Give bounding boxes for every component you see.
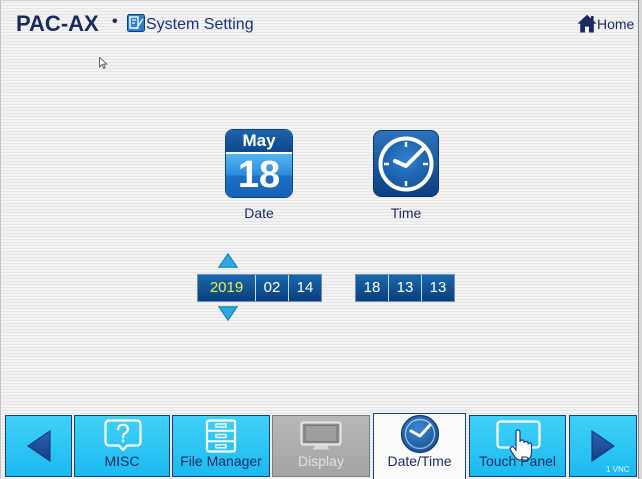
brand-name: PAC-AX — [16, 11, 99, 36]
year-field[interactable]: 2019 — [198, 275, 255, 301]
nav-prev-button[interactable] — [5, 415, 72, 477]
monitor-icon — [300, 421, 342, 450]
time-input-group: 18 13 13 — [355, 274, 455, 302]
calendar-day: 18 — [226, 154, 292, 197]
page-title: System Setting — [146, 16, 254, 33]
date-label: Date — [244, 205, 274, 221]
triangle-right-icon — [591, 430, 615, 462]
file-cabinet-icon — [205, 419, 237, 453]
second-field[interactable]: 13 — [422, 275, 454, 301]
tab-touch-panel[interactable]: Touch Panel — [469, 415, 566, 477]
calendar-icon: May 18 — [226, 130, 292, 197]
window-frame-left — [0, 0, 1, 479]
time-shortcut-button[interactable]: Time — [373, 130, 439, 223]
tab-file-manager-label: File Manager — [180, 453, 262, 469]
tab-date-time-label: Date/Time — [387, 453, 452, 469]
hour-field[interactable]: 18 — [356, 275, 388, 301]
clock-icon — [400, 414, 440, 454]
calendar-month: May — [226, 130, 292, 152]
triangle-left-icon — [27, 430, 51, 462]
tab-display-label: Display — [298, 453, 344, 469]
window-frame-top — [0, 0, 638, 1]
system-setting-icon — [127, 14, 145, 32]
home-icon — [577, 14, 597, 33]
tab-file-manager[interactable]: File Manager — [172, 415, 270, 477]
title-bullet: • — [112, 13, 118, 30]
date-input-group: 2019 02 14 — [197, 274, 322, 302]
clock-icon — [373, 130, 439, 197]
decrement-arrow-button[interactable] — [217, 306, 239, 322]
tab-display[interactable]: Display — [272, 415, 370, 477]
increment-arrow-button[interactable] — [217, 252, 239, 268]
minute-field[interactable]: 13 — [389, 275, 421, 301]
triangle-up-icon — [217, 252, 239, 268]
time-label: Time — [390, 205, 422, 221]
month-field[interactable]: 02 — [256, 275, 288, 301]
home-label: Home — [597, 16, 635, 32]
question-bubble-icon — [104, 419, 142, 451]
tab-date-time[interactable]: Date/Time — [373, 413, 466, 479]
window-frame-right — [638, 0, 642, 479]
triangle-down-icon — [217, 306, 239, 322]
vnc-status-label: 1 VNC — [606, 465, 630, 474]
tab-misc-label: MISC — [104, 453, 140, 469]
tab-touch-panel-label: Touch Panel — [478, 453, 557, 469]
mouse-cursor-icon — [99, 56, 109, 69]
date-shortcut-button[interactable]: May 18 Date — [226, 130, 292, 223]
tab-misc[interactable]: MISC — [74, 415, 170, 477]
day-field[interactable]: 14 — [289, 275, 321, 301]
home-button[interactable]: Home — [576, 12, 637, 36]
